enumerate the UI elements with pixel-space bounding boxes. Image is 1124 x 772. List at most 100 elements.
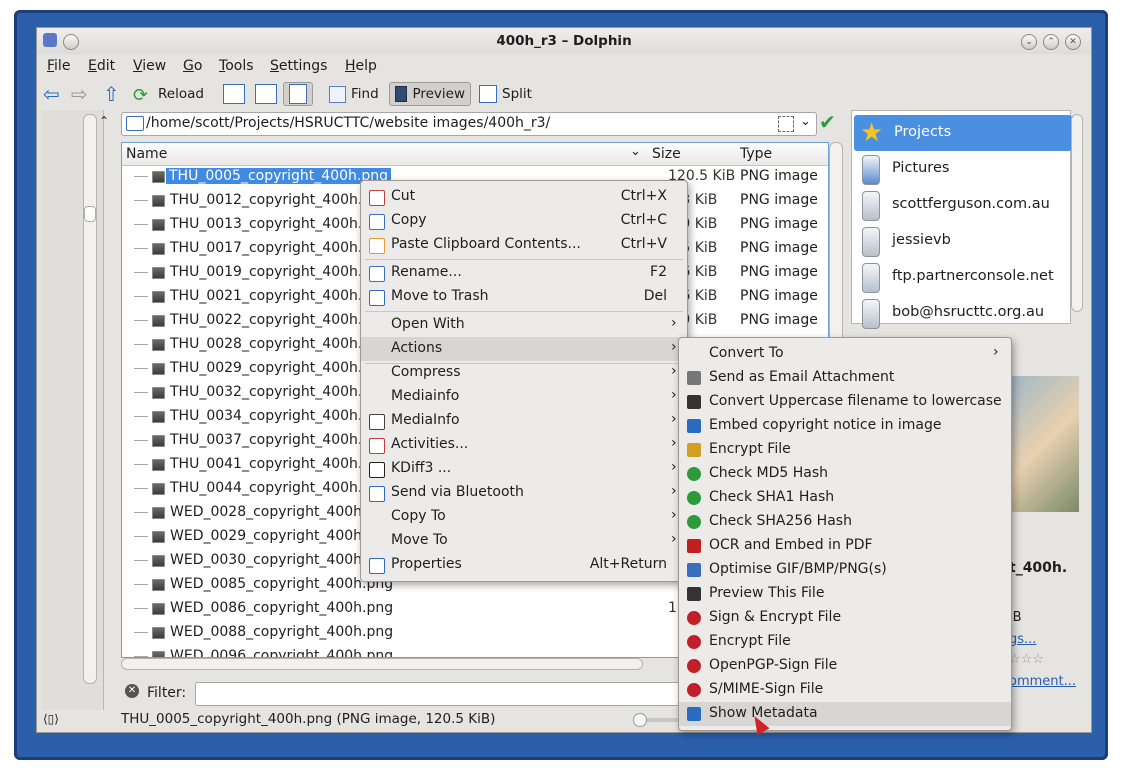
kdiff3-icon xyxy=(369,462,385,478)
place-label: ftp.partnerconsole.net xyxy=(892,268,1054,284)
zoom-slider-handle[interactable] xyxy=(633,713,647,727)
column-header: Name ⌄ Size Type xyxy=(122,143,828,166)
bluetooth-icon xyxy=(369,486,385,502)
submenu-arrow-icon: › xyxy=(671,531,677,547)
menu-item[interactable]: Send via Bluetooth › xyxy=(361,481,687,505)
rating-stars[interactable]: ☆☆☆ xyxy=(1009,652,1044,667)
menu-help[interactable]: Help xyxy=(345,58,377,74)
preview-button[interactable]: Preview xyxy=(389,82,471,106)
menu-item[interactable]: Copy Ctrl+C xyxy=(361,209,687,233)
action-item[interactable]: Sign & Encrypt File xyxy=(679,606,1011,630)
action-item[interactable]: Preview This File xyxy=(679,582,1011,606)
place-item[interactable]: ftp.partnerconsole.net xyxy=(852,259,1070,295)
action-item[interactable]: Check SHA1 Hash xyxy=(679,486,1011,510)
places-toggle-icons[interactable]: ⟨▯⟩ xyxy=(43,712,59,726)
location-accept-icon[interactable]: ✔ xyxy=(819,110,836,134)
find-button[interactable]: Find xyxy=(329,82,379,106)
info-comment-link[interactable]: omment... xyxy=(1009,674,1076,689)
action-item[interactable]: Check SHA256 Hash xyxy=(679,510,1011,534)
menu-file[interactable]: File xyxy=(47,58,70,74)
action-item[interactable]: OpenPGP-Sign File xyxy=(679,654,1011,678)
place-item[interactable]: bob@hsructtc.org.au xyxy=(852,295,1070,331)
place-item[interactable]: Pictures xyxy=(852,151,1070,187)
action-item[interactable]: S/MIME-Sign File xyxy=(679,678,1011,702)
forward-button[interactable]: ⇨ xyxy=(71,82,88,106)
menu-item-label: Copy xyxy=(391,212,427,228)
menu-edit[interactable]: Edit xyxy=(88,58,115,74)
action-item-label: Embed copyright notice in image xyxy=(709,417,942,433)
menu-item[interactable]: Move To › xyxy=(361,529,687,553)
location-bar[interactable]: /home/scott/Projects/HSRUCTTC/website im… xyxy=(121,112,817,136)
action-item[interactable]: Encrypt File xyxy=(679,438,1011,462)
submenu-arrow-icon: › xyxy=(671,459,677,475)
tree-line xyxy=(134,224,148,225)
menu-view[interactable]: View xyxy=(133,58,166,74)
place-item[interactable]: jessievb xyxy=(852,223,1070,259)
split-button[interactable]: Split xyxy=(479,82,532,106)
menu-item[interactable]: MediaInfo › xyxy=(361,409,687,433)
details-view-button[interactable] xyxy=(283,82,313,106)
menu-item[interactable]: Copy To › xyxy=(361,505,687,529)
up-button[interactable]: ⇧ xyxy=(103,82,120,106)
menu-item[interactable]: Open With › xyxy=(361,313,687,337)
menu-item-label: MediaInfo xyxy=(391,412,460,428)
file-name: WED_0028_copyright_400h. xyxy=(170,504,367,520)
menu-item[interactable]: Properties Alt+Return xyxy=(361,553,687,577)
folders-scroll-thumb[interactable] xyxy=(84,206,96,222)
clear-filter-icon[interactable]: ✕ xyxy=(125,684,139,698)
action-item[interactable]: OCR and Embed in PDF xyxy=(679,534,1011,558)
menu-item[interactable]: Rename... F2 xyxy=(361,261,687,285)
menu-item[interactable]: Cut Ctrl+X xyxy=(361,185,687,209)
action-item[interactable]: Convert Uppercase filename to lowercase xyxy=(679,390,1011,414)
icons-view-button[interactable] xyxy=(223,82,245,106)
menu-label-rest: iew xyxy=(142,58,167,74)
minimize-button[interactable]: ⌄ xyxy=(1021,34,1037,50)
menu-go[interactable]: Go xyxy=(183,58,202,74)
network-drive-icon xyxy=(862,299,880,329)
action-item[interactable]: Encrypt File xyxy=(679,630,1011,654)
action-item[interactable]: Convert To › xyxy=(679,342,1011,366)
maximize-button[interactable]: ⌃ xyxy=(1043,34,1059,50)
menu-item[interactable]: Move to Trash Del xyxy=(361,285,687,309)
file-list-hscrollbar[interactable] xyxy=(121,658,643,670)
menu-item[interactable]: Mediainfo › xyxy=(361,385,687,409)
menu-item[interactable]: Actions › xyxy=(361,337,687,361)
folders-scrollbar[interactable] xyxy=(83,114,97,684)
menu-settings[interactable]: Settings xyxy=(270,58,327,74)
menu-item-label: Open With xyxy=(391,316,465,332)
sort-chevron-icon[interactable]: ⌄ xyxy=(630,144,641,159)
place-label: scottferguson.com.au xyxy=(892,196,1050,212)
action-item[interactable]: Send as Email Attachment xyxy=(679,366,1011,390)
reload-button[interactable]: ⟳ Reload xyxy=(133,82,204,106)
close-button[interactable]: ✕ xyxy=(1065,34,1081,50)
compact-view-button[interactable] xyxy=(255,82,277,106)
file-name: THU_0028_copyright_400h.p xyxy=(170,336,372,352)
location-mode-icon[interactable] xyxy=(778,116,794,132)
column-size-header[interactable]: Size xyxy=(652,146,681,162)
filter-input[interactable] xyxy=(195,682,681,706)
menu-item[interactable]: KDiff3 ... › xyxy=(361,457,687,481)
action-item[interactable]: Optimise GIF/BMP/PNG(s) xyxy=(679,558,1011,582)
place-item[interactable]: ★ Projects xyxy=(854,115,1072,151)
submenu-arrow-icon: › xyxy=(671,483,677,499)
title-bar[interactable]: 400h_r3 – Dolphin ⌄ ⌃ ✕ xyxy=(37,28,1091,54)
column-type-header[interactable]: Type xyxy=(740,146,772,162)
file-name: THU_0021_copyright_400h.p xyxy=(170,288,372,304)
back-button[interactable]: ⇦ xyxy=(43,82,60,106)
menu-item[interactable]: Activities... › xyxy=(361,433,687,457)
image-thumbnail-icon xyxy=(152,387,165,399)
action-item[interactable]: Show Metadata xyxy=(679,702,1011,726)
menu-tools[interactable]: Tools xyxy=(219,58,254,74)
action-item[interactable]: Check MD5 Hash xyxy=(679,462,1011,486)
column-name-header[interactable]: Name xyxy=(126,146,167,162)
menu-item[interactable]: Compress › xyxy=(361,361,687,385)
places-scrollbar[interactable] xyxy=(1071,114,1083,312)
menu-item[interactable]: Paste Clipboard Contents... Ctrl+V xyxy=(361,233,687,257)
location-dropdown-icon[interactable]: ⌄ xyxy=(800,114,811,129)
submenu-arrow-icon: › xyxy=(671,507,677,523)
info-tags-link[interactable]: gs... xyxy=(1009,632,1036,647)
action-item[interactable]: Embed copyright notice in image xyxy=(679,414,1011,438)
menu-item-shortcut: Alt+Return xyxy=(589,556,667,572)
place-item[interactable]: scottferguson.com.au xyxy=(852,187,1070,223)
location-up-arrow[interactable]: ⌃ xyxy=(99,114,109,128)
